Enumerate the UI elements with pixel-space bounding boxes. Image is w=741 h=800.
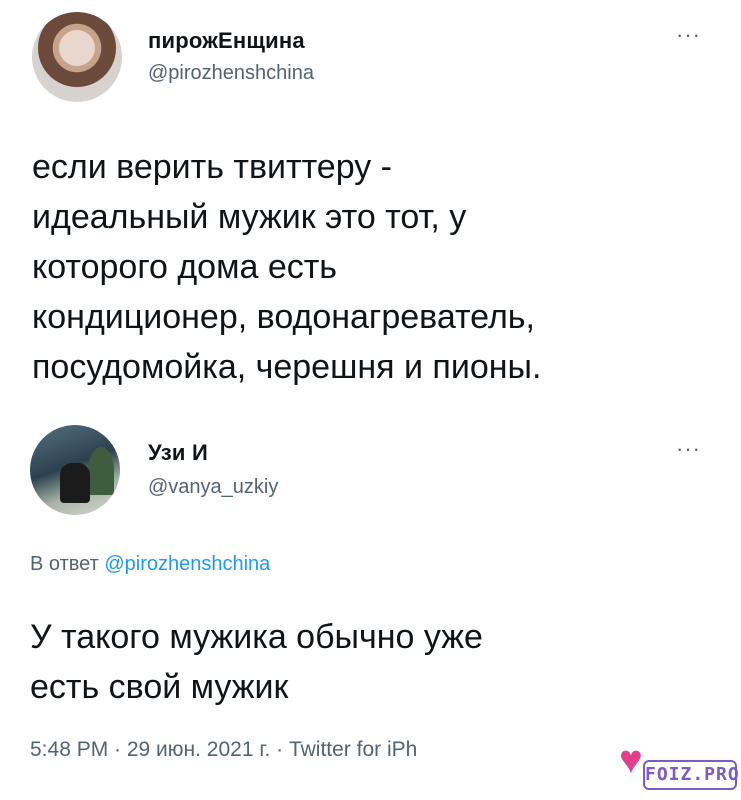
tweet-text: У такого мужика обычно уже есть свой муж… — [30, 612, 483, 712]
more-options-icon[interactable]: ··· — [676, 436, 701, 462]
reply-prefix: В ответ — [30, 553, 99, 575]
tweet-text-line: идеальный мужик это тот, у — [32, 198, 467, 236]
tweet-text-line: У такого мужика обычно уже — [30, 618, 483, 656]
display-name[interactable]: Узи И — [148, 440, 208, 466]
display-name[interactable]: пирожЕнщина — [148, 28, 305, 54]
avatar-tree — [88, 447, 114, 495]
avatar[interactable] — [32, 12, 122, 102]
tweet-text-line: кондиционер, водонагреватель, — [32, 298, 535, 336]
reply-context: В ответ @pirozhenshchina — [30, 553, 270, 576]
tweet-meta: 5:48 PM · 29 июн. 2021 г. · Twitter for … — [30, 738, 418, 761]
watermark: ♥ FOIZ.PRO — [619, 740, 739, 798]
tweet-text-line: посудомойка, черешня и пионы. — [32, 348, 542, 386]
watermark-text: FOIZ.PRO — [643, 760, 739, 790]
tweet-text-line: есть свой мужик — [30, 668, 289, 706]
tweet-text-line: которого дома есть — [32, 248, 338, 286]
user-handle[interactable]: @vanya_uzkiy — [148, 476, 278, 499]
avatar[interactable] — [30, 425, 120, 515]
more-options-icon[interactable]: ··· — [676, 22, 701, 48]
tweet-text-line: если верить твиттеру - — [32, 148, 393, 186]
avatar-person — [60, 463, 90, 503]
tweet-text: если верить твиттеру - идеальный мужик э… — [32, 142, 541, 392]
reply-mention-link[interactable]: @pirozhenshchina — [104, 553, 270, 575]
user-handle[interactable]: @pirozhenshchina — [148, 62, 314, 85]
